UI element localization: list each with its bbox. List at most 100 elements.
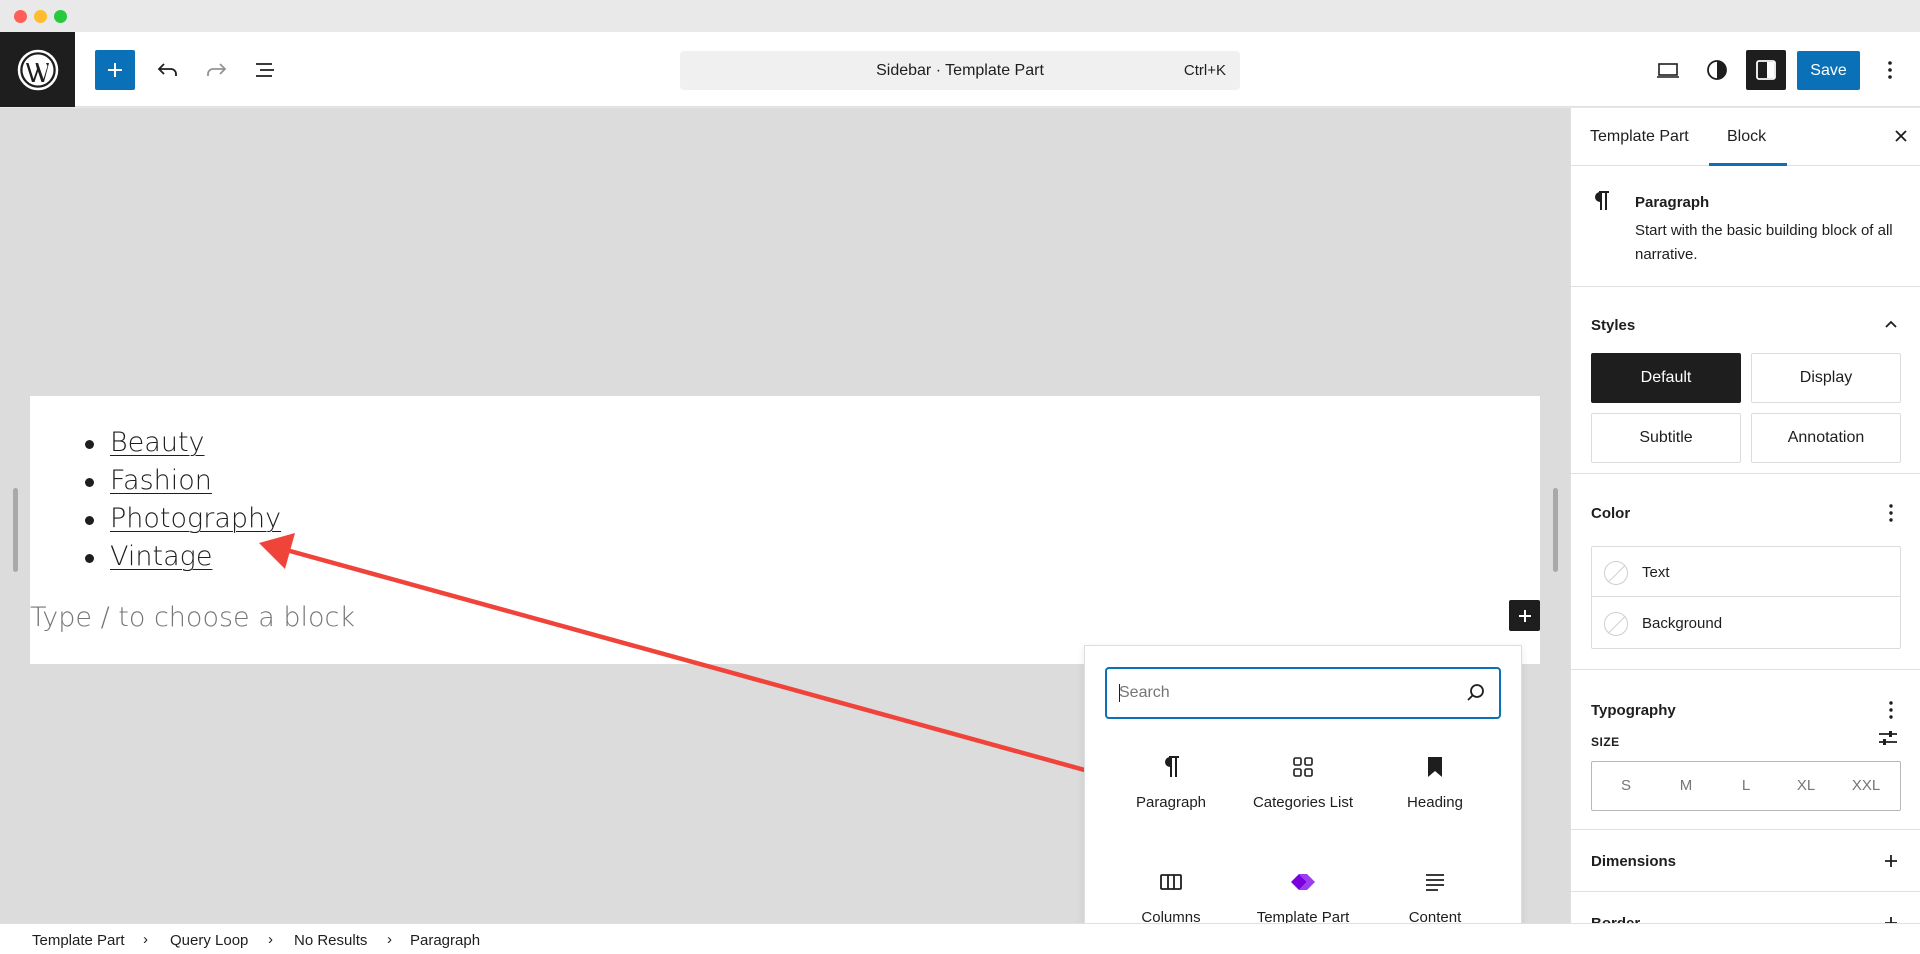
- collapse-styles-button[interactable]: [1879, 312, 1903, 336]
- wordpress-logo-button[interactable]: [0, 32, 75, 107]
- minimize-window-button[interactable]: [34, 10, 47, 23]
- paragraph-icon: [1161, 752, 1181, 782]
- styles-panel: Styles Default Display Subtitle Annotati…: [1571, 288, 1920, 474]
- category-link[interactable]: Beauty: [110, 427, 205, 458]
- block-breadcrumb: Template Part › Query Loop › No Results …: [0, 923, 1920, 954]
- styles-panel-title[interactable]: Styles: [1591, 317, 1635, 334]
- text-caret: [1119, 684, 1120, 702]
- list-item: Fashion: [80, 462, 281, 500]
- border-options-button[interactable]: [1879, 911, 1903, 923]
- editor-toolbar: Sidebar · Template Part Ctrl+K Save: [0, 32, 1920, 107]
- color-panel-title: Color: [1591, 505, 1631, 522]
- font-size-option[interactable]: L: [1726, 777, 1766, 794]
- category-link[interactable]: Vintage: [110, 541, 212, 572]
- category-link[interactable]: Fashion: [110, 465, 212, 496]
- color-options-button[interactable]: [1879, 501, 1903, 525]
- plus-icon: [1885, 855, 1897, 867]
- settings-sidebar: Template Part Block Paragraph Start with…: [1570, 108, 1920, 923]
- color-item-label: Text: [1642, 564, 1670, 581]
- chevron-right-icon: ›: [143, 931, 148, 948]
- zoom-window-button[interactable]: [54, 10, 67, 23]
- empty-swatch-icon: [1604, 612, 1628, 636]
- inline-add-block-button[interactable]: [1509, 600, 1540, 631]
- right-resize-handle[interactable]: [1553, 488, 1558, 572]
- more-vertical-icon: [1888, 61, 1892, 79]
- undo-button[interactable]: [148, 50, 188, 90]
- font-size-picker: S M L XL XXL: [1591, 761, 1901, 811]
- add-block-button[interactable]: [95, 50, 135, 90]
- dimensions-options-button[interactable]: [1879, 849, 1903, 873]
- redo-icon: [207, 63, 227, 76]
- save-button[interactable]: Save: [1797, 51, 1860, 90]
- shortcut-hint: Ctrl+K: [1183, 62, 1226, 79]
- border-panel-title: Border: [1591, 915, 1640, 923]
- wordpress-logo-icon: [17, 49, 58, 90]
- chevron-right-icon: ›: [268, 931, 273, 948]
- styles-button[interactable]: [1697, 50, 1737, 90]
- bookmark-icon: [1426, 752, 1444, 782]
- command-palette-bar[interactable]: Sidebar · Template Part Ctrl+K: [680, 51, 1240, 90]
- category-link[interactable]: Photography: [110, 503, 281, 534]
- block-item-paragraph[interactable]: Paragraph: [1105, 736, 1237, 836]
- list-item: Vintage: [80, 538, 281, 576]
- close-icon: [1895, 130, 1907, 142]
- block-item-heading[interactable]: Heading: [1369, 736, 1501, 836]
- block-item-label: Categories List: [1252, 794, 1354, 811]
- breadcrumb-item[interactable]: Query Loop: [170, 932, 248, 949]
- laptop-icon: [1657, 63, 1679, 78]
- breadcrumb-item[interactable]: No Results: [294, 932, 367, 949]
- preview-device-button[interactable]: [1648, 50, 1688, 90]
- style-option-annotation[interactable]: Annotation: [1751, 413, 1901, 463]
- list-item: Photography: [80, 500, 281, 538]
- plus-icon: [1885, 917, 1897, 923]
- empty-paragraph-placeholder[interactable]: Type / to choose a block: [30, 602, 355, 633]
- block-item-categories-list[interactable]: Categories List: [1237, 736, 1369, 836]
- block-search-box: [1105, 667, 1501, 719]
- categories-list: Beauty Fashion Photography Vintage: [80, 424, 281, 576]
- list-item: Beauty: [80, 424, 281, 462]
- style-option-display[interactable]: Display: [1751, 353, 1901, 403]
- color-background-row[interactable]: Background: [1592, 598, 1900, 648]
- style-option-subtitle[interactable]: Subtitle: [1591, 413, 1741, 463]
- document-title: Sidebar · Template Part: [876, 61, 1044, 79]
- tab-template-part[interactable]: Template Part: [1590, 128, 1689, 146]
- block-item-label: Heading: [1407, 794, 1463, 811]
- left-resize-handle[interactable]: [13, 488, 18, 572]
- font-size-option[interactable]: XXL: [1846, 777, 1886, 794]
- style-option-default[interactable]: Default: [1591, 353, 1741, 403]
- font-size-option[interactable]: S: [1606, 777, 1646, 794]
- font-size-label: SIZE: [1591, 735, 1620, 749]
- window-titlebar: [0, 0, 1920, 32]
- color-item-label: Background: [1642, 615, 1723, 632]
- paragraph-icon: [1591, 189, 1611, 219]
- document-overview-button[interactable]: [245, 50, 285, 90]
- dimensions-panel-title: Dimensions: [1591, 853, 1677, 870]
- options-menu-button[interactable]: [1870, 50, 1910, 90]
- font-size-option[interactable]: XL: [1786, 777, 1826, 794]
- redo-button[interactable]: [196, 50, 236, 90]
- breadcrumb-item: Paragraph: [410, 932, 481, 949]
- sidebar-tabs: Template Part Block: [1571, 108, 1920, 166]
- custom-size-button[interactable]: [1877, 728, 1899, 753]
- tab-block[interactable]: Block: [1727, 128, 1766, 146]
- color-text-row[interactable]: Text: [1592, 547, 1900, 597]
- columns-icon: [1159, 867, 1183, 897]
- categories-grid-icon: [1291, 752, 1315, 782]
- search-icon: [1465, 682, 1487, 709]
- empty-swatch-icon: [1604, 561, 1628, 585]
- contrast-icon: [1707, 60, 1727, 80]
- template-part-icon: [1289, 867, 1317, 897]
- block-inserter-popover: Paragraph Categories List Heading C: [1084, 645, 1522, 954]
- close-window-button[interactable]: [14, 10, 27, 23]
- content-lines-icon: [1424, 867, 1446, 897]
- plus-icon: [1518, 609, 1531, 622]
- settings-toggle-button[interactable]: [1746, 50, 1786, 90]
- typography-panel-title: Typography: [1591, 702, 1676, 719]
- breadcrumb-item[interactable]: Template Part: [32, 932, 125, 949]
- font-size-option[interactable]: M: [1666, 777, 1706, 794]
- close-sidebar-button[interactable]: [1889, 124, 1913, 148]
- color-settings-group: Text Background: [1591, 546, 1901, 649]
- block-search-input[interactable]: [1119, 669, 1459, 717]
- undo-icon: [157, 63, 177, 76]
- typography-options-button[interactable]: [1879, 698, 1903, 722]
